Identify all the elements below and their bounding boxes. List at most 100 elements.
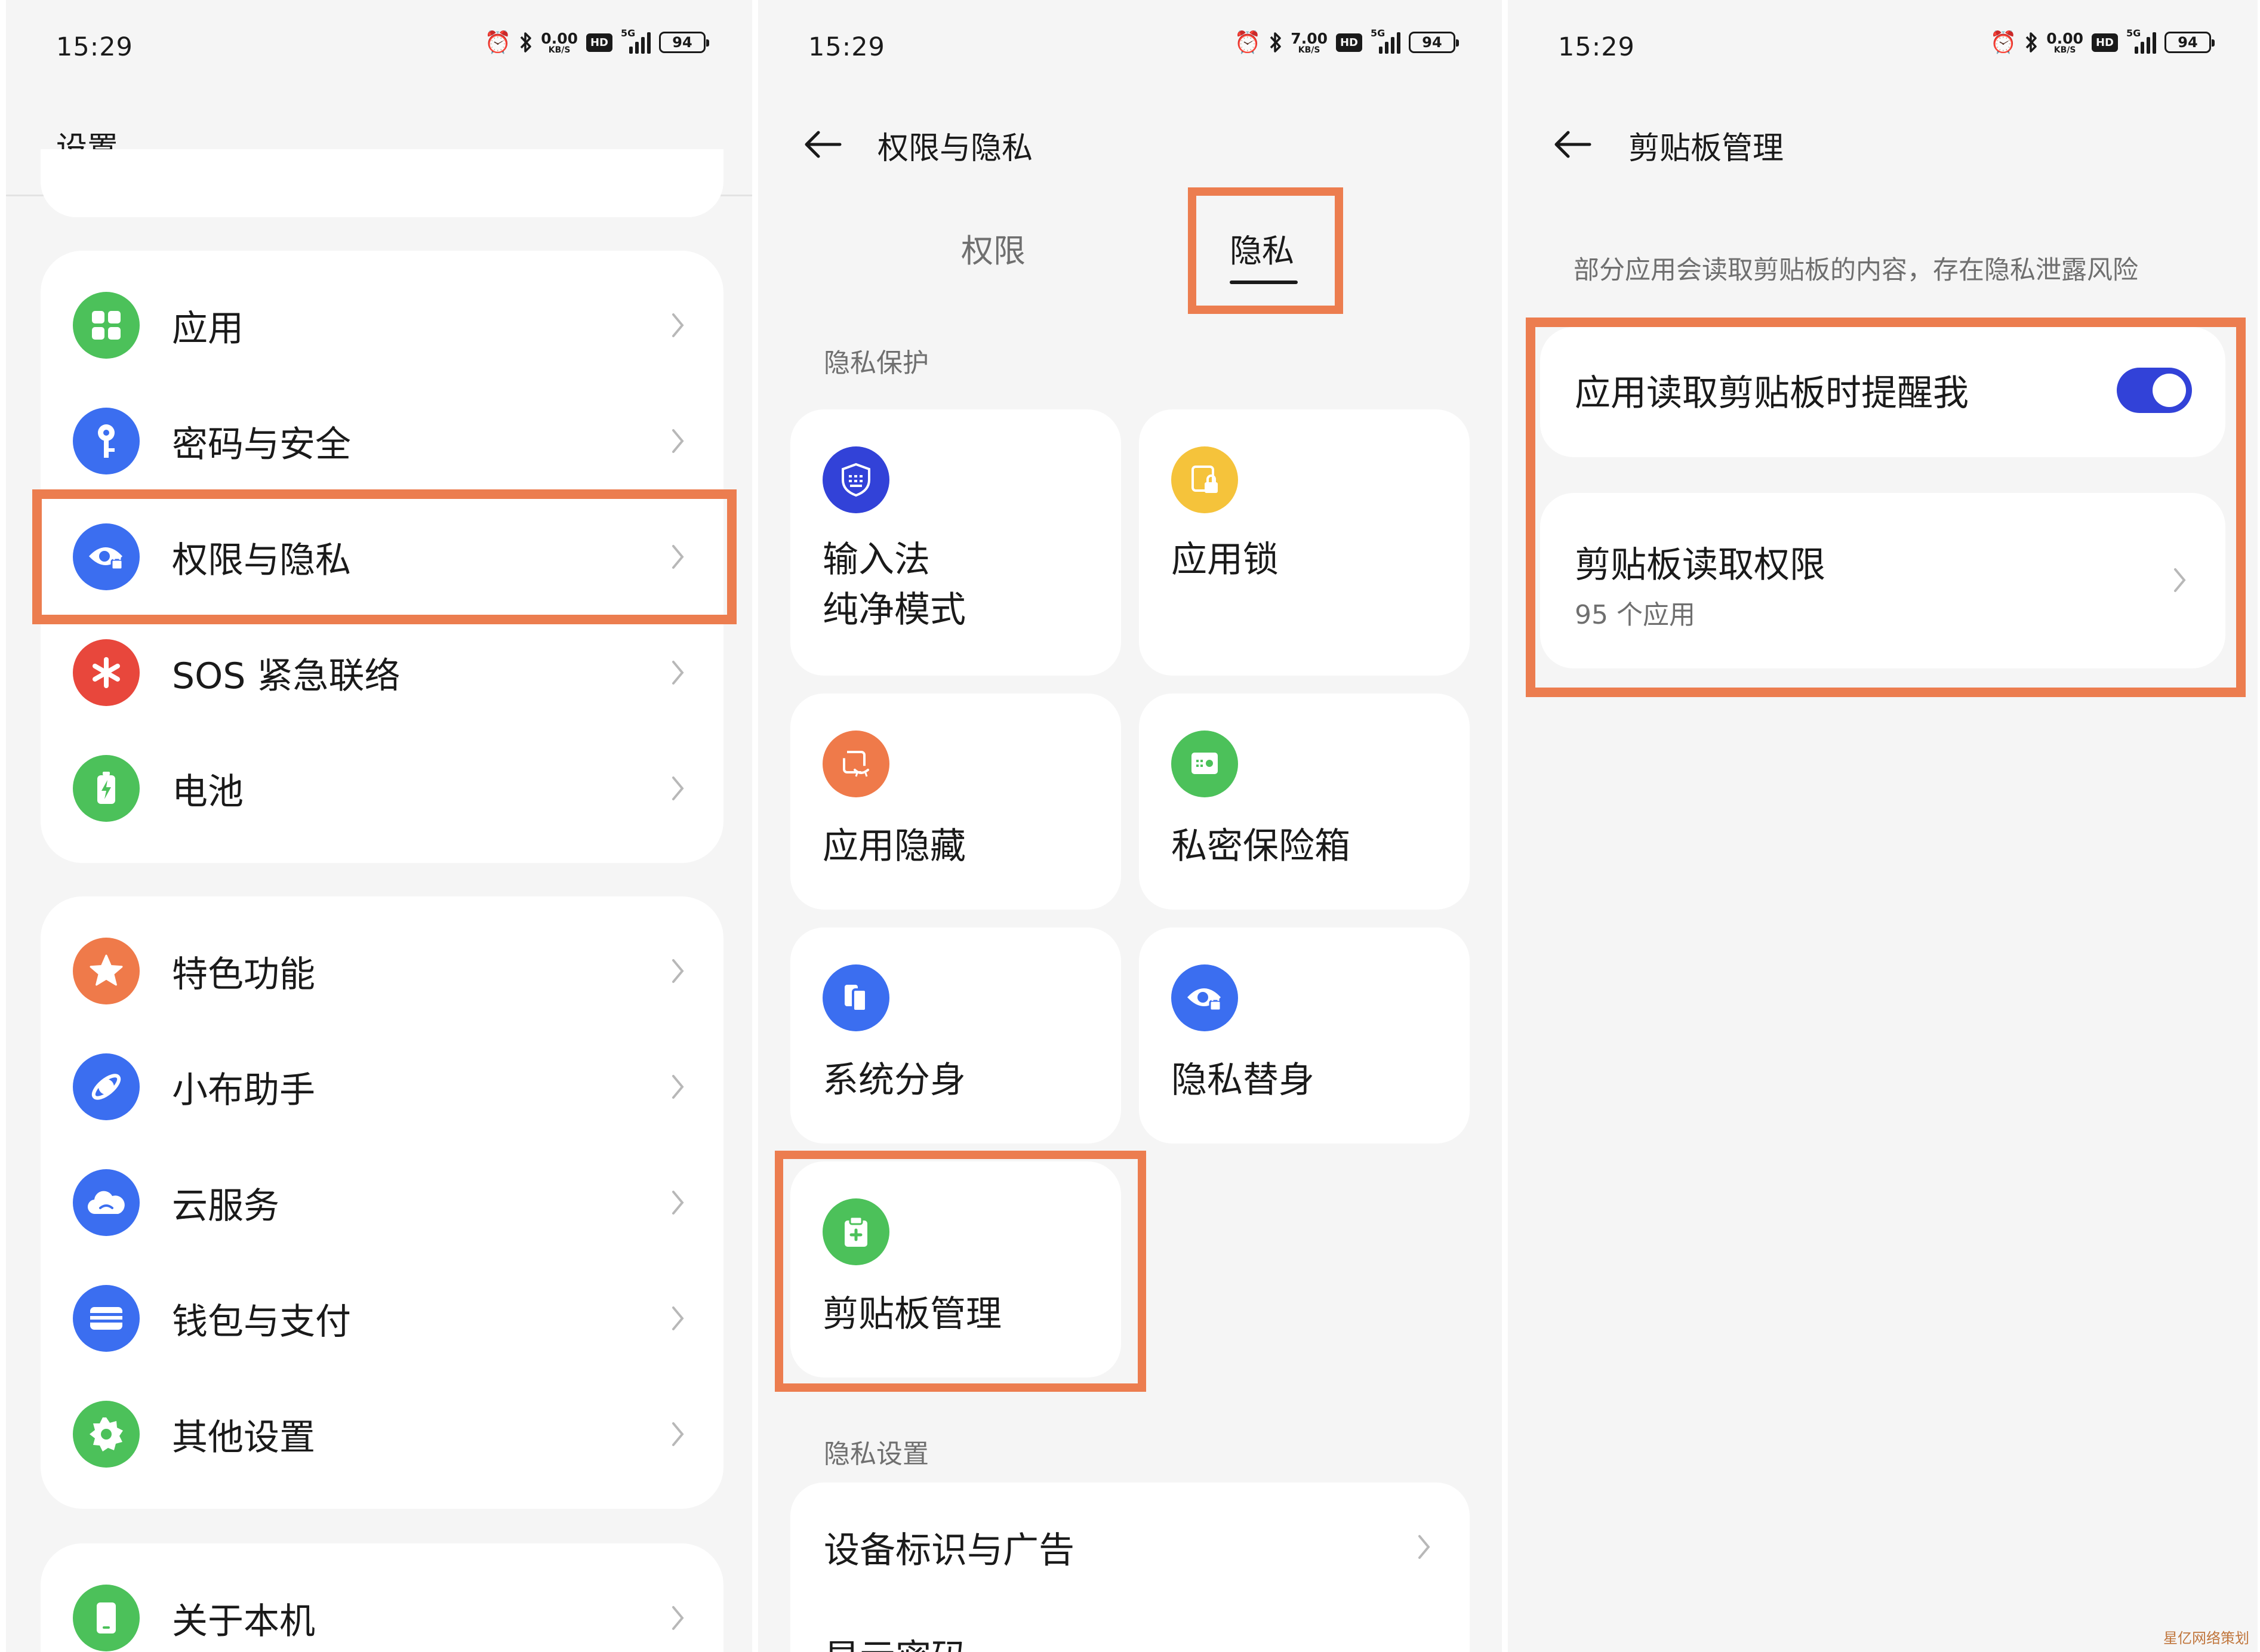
status-time: 15:29 [1558, 32, 1635, 62]
tile-privacy-double[interactable]: 隐私替身 [1139, 927, 1470, 1144]
toggle-knob [2153, 374, 2186, 407]
tab-active-indicator [1230, 281, 1298, 284]
network-speed: 0.00 KB/S [541, 31, 578, 54]
clipboard-screen: 15:29 ⏰ 0.00 KB/S HD 5G 94 剪贴板管理 部分应用会读取… [1508, 0, 2258, 1652]
page-title: 权限与隐私 [877, 131, 1033, 167]
settings-item-features[interactable]: 特色功能 [41, 913, 723, 1029]
privacy-eye-icon [73, 523, 140, 590]
list-item-show-password[interactable]: 显示密码 [790, 1602, 1470, 1652]
chevron-right-icon [666, 423, 690, 459]
status-bar: 15:29 ⏰ 7.00 KB/S HD 5G 94 [758, 24, 1502, 72]
chevron-right-icon [666, 770, 690, 806]
page-title: 剪贴板管理 [1628, 131, 1784, 167]
chevron-right-icon [666, 307, 690, 343]
network-type: 5G [1371, 27, 1385, 39]
hd-badge: HD [1335, 33, 1362, 52]
network-speed-value: 0.00 [2046, 29, 2083, 47]
chevron-right-icon [1412, 1529, 1436, 1565]
clone-icon [823, 964, 889, 1031]
tile-app-lock[interactable]: 应用锁 [1139, 409, 1470, 676]
watermark: 星亿网络策划 [2163, 1630, 2249, 1647]
clipboard-icon [823, 1198, 889, 1265]
settings-item-wallet[interactable]: 钱包与支付 [41, 1260, 723, 1376]
assistant-icon [73, 1053, 140, 1120]
settings-item-label: 密码与安全 [172, 423, 351, 466]
clipboard-permission-label: 剪贴板读取权限 [1575, 544, 1825, 586]
chevron-right-icon [666, 1069, 690, 1105]
settings-item-sos[interactable]: SOS 紧急联络 [41, 615, 723, 731]
privacy-settings-list: 设备标识与广告 显示密码 [790, 1483, 1470, 1652]
back-arrow-icon[interactable] [1551, 123, 1594, 166]
tile-private-safe[interactable]: 私密保险箱 [1139, 694, 1470, 910]
clipboard-notify-card: 应用读取剪贴板时提醒我 [1540, 327, 2225, 457]
battery-indicator: 94 [1409, 32, 1459, 53]
network-speed-value: 0.00 [541, 29, 578, 47]
battery-indicator: 94 [2164, 32, 2215, 53]
tile-label: 应用锁 [1171, 539, 1279, 581]
signal-icon: 5G [2126, 27, 2156, 54]
apps-icon [73, 292, 140, 359]
alarm-icon: ⏰ [1990, 30, 2017, 55]
chevron-right-icon [666, 1185, 690, 1220]
previous-card-edge [41, 149, 723, 217]
status-icons: ⏰ 0.00 KB/S HD 5G 94 [484, 27, 709, 55]
hd-badge: HD [2091, 33, 2118, 52]
safe-icon [1171, 731, 1238, 797]
keyboard-shield-icon [823, 446, 889, 513]
bluetooth-icon [1269, 32, 1282, 53]
network-speed-value: 7.00 [1291, 29, 1328, 47]
tile-label: 应用隐藏 [823, 825, 966, 867]
chevron-right-icon [666, 953, 690, 989]
alarm-icon: ⏰ [1234, 30, 1261, 55]
cloud-icon [73, 1169, 140, 1236]
network-type: 5G [2126, 27, 2141, 39]
tile-app-hide[interactable]: 应用隐藏 [790, 694, 1121, 910]
settings-group-3: 关于本机 [41, 1543, 723, 1652]
status-bar: 15:29 ⏰ 0.00 KB/S HD 5G 94 [1508, 24, 2258, 72]
settings-item-battery[interactable]: 电池 [41, 731, 723, 846]
clipboard-permission-count: 95 个应用 [1575, 600, 1695, 630]
settings-item-label: 权限与隐私 [172, 539, 351, 581]
settings-group-2: 特色功能 小布助手 云服务 钱包与支付 其他设置 [41, 896, 723, 1509]
tile-clipboard-management[interactable]: 剪贴板管理 [790, 1161, 1121, 1377]
tile-label: 剪贴板管理 [823, 1293, 1002, 1335]
privacy-eye-icon [1171, 964, 1238, 1031]
status-icons: ⏰ 7.00 KB/S HD 5G 94 [1234, 27, 1459, 55]
settings-item-permissions-privacy[interactable]: 权限与隐私 [41, 499, 723, 615]
chevron-right-icon [666, 1300, 690, 1336]
status-time: 15:29 [56, 32, 133, 62]
settings-item-other[interactable]: 其他设置 [41, 1376, 723, 1492]
clipboard-notify-toggle[interactable] [2117, 368, 2192, 413]
settings-item-apps[interactable]: 应用 [41, 267, 723, 383]
settings-item-label: 电池 [172, 770, 244, 813]
battery-icon [73, 755, 140, 822]
star-icon [73, 938, 140, 1004]
chevron-right-icon [666, 1416, 690, 1452]
settings-item-label: 关于本机 [172, 1600, 315, 1642]
chevron-right-icon [666, 1600, 690, 1636]
tab-permissions[interactable]: 权限 [961, 224, 1026, 272]
chevron-right-icon [666, 655, 690, 691]
settings-item-label: 特色功能 [172, 953, 315, 995]
back-arrow-icon[interactable] [801, 123, 844, 166]
list-item-label: 显示密码 [824, 1629, 967, 1652]
bluetooth-icon [2025, 32, 2038, 53]
status-time: 15:29 [808, 32, 885, 62]
tile-input-pure-mode[interactable]: 输入法 纯净模式 [790, 409, 1121, 676]
settings-screen: 15:29 ⏰ 0.00 KB/S HD 5G 94 设置 应用 密码与安全 权… [6, 0, 752, 1652]
settings-item-assistant[interactable]: 小布助手 [41, 1029, 723, 1145]
section-privacy-protection: 隐私保护 [824, 348, 929, 378]
tile-system-clone[interactable]: 系统分身 [790, 927, 1121, 1144]
list-item-device-id-ads[interactable]: 设备标识与广告 [790, 1494, 1470, 1599]
signal-icon: 5G [621, 27, 651, 54]
tile-label: 输入法 纯净模式 [823, 539, 966, 631]
app-lock-icon [1171, 446, 1238, 513]
settings-item-label: 钱包与支付 [172, 1300, 351, 1343]
settings-item-label: SOS 紧急联络 [172, 655, 401, 697]
settings-item-cloud[interactable]: 云服务 [41, 1145, 723, 1260]
settings-item-password-security[interactable]: 密码与安全 [41, 383, 723, 499]
clipboard-permission-card[interactable]: 剪贴板读取权限 95 个应用 [1540, 493, 2225, 668]
settings-item-about[interactable]: 关于本机 [41, 1560, 723, 1652]
tab-privacy[interactable]: 隐私 [1230, 224, 1294, 272]
settings-item-label: 应用 [172, 307, 244, 350]
